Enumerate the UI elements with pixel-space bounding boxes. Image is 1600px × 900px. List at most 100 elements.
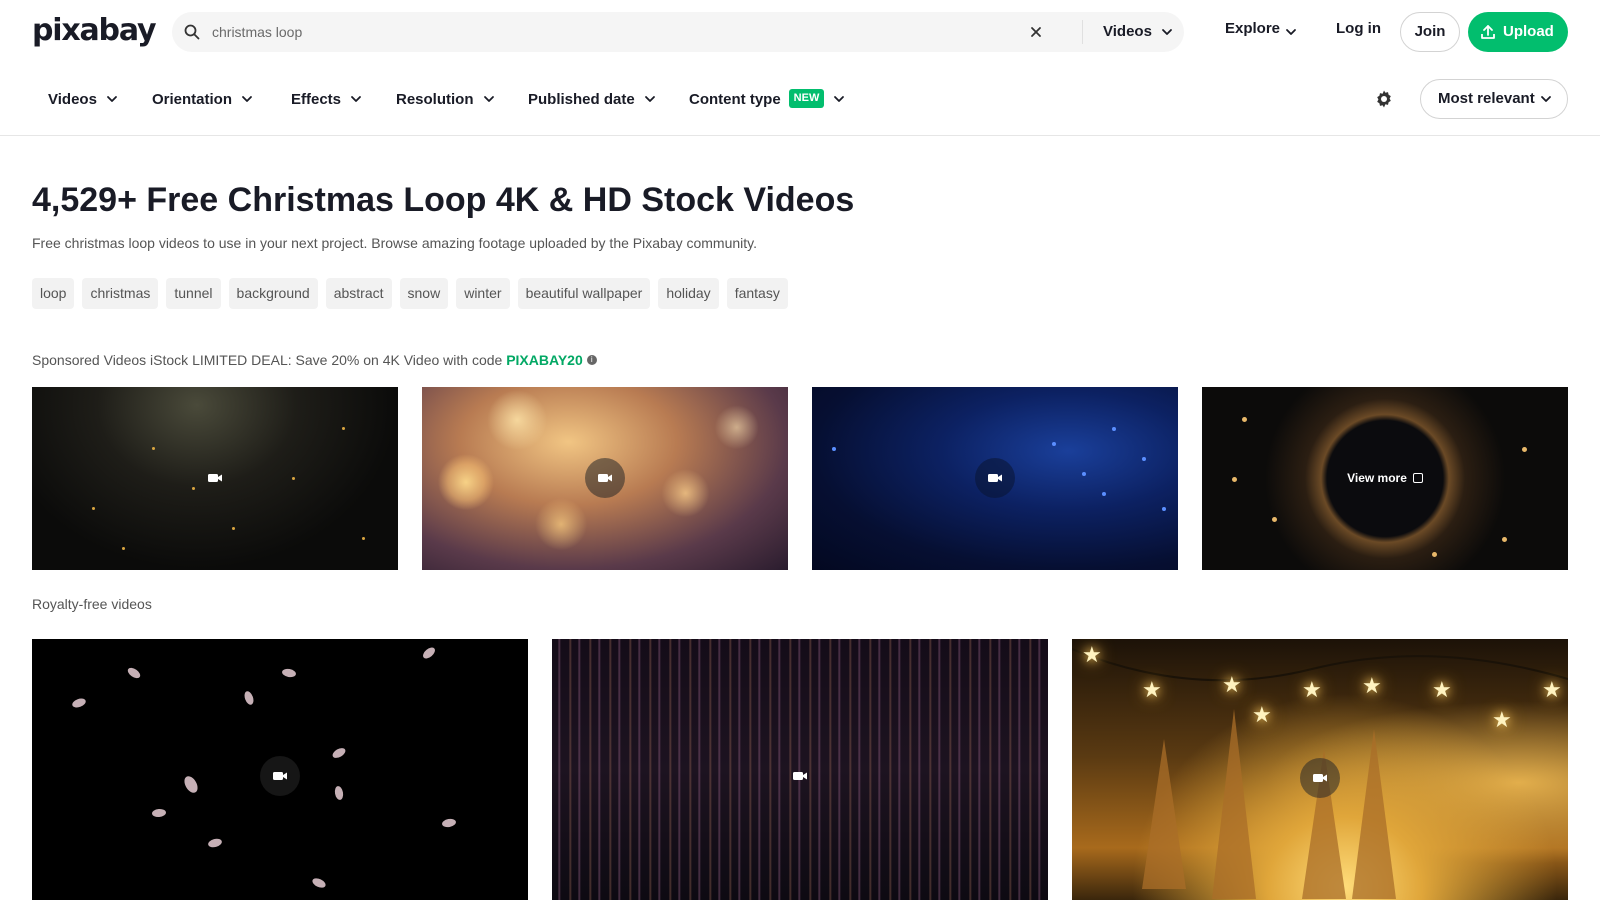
search-divider [1082, 20, 1083, 44]
chevron-down-icon [1541, 96, 1551, 102]
tag-chip[interactable]: winter [456, 278, 510, 309]
video-thumbnail[interactable]: ★ ★ ★ ★ ★ ★ ★ ★ ★ [1072, 639, 1568, 900]
sponsored-video-thumbnail[interactable] [422, 387, 788, 570]
filter-orientation[interactable]: Orientation [152, 64, 254, 136]
upload-button[interactable]: Upload [1468, 12, 1568, 52]
particle [92, 507, 95, 510]
particle [1102, 492, 1106, 496]
filter-resolution[interactable]: Resolution [396, 64, 496, 136]
star-light: ★ [1492, 707, 1512, 732]
video-camera-icon [988, 474, 1002, 482]
video-thumbnail[interactable] [552, 639, 1048, 900]
search-bar[interactable]: christmas loop Videos [172, 12, 1184, 52]
star-light: ★ [1542, 677, 1562, 702]
particle [342, 427, 345, 430]
external-link-icon [1412, 472, 1423, 483]
filter-label: Effects [291, 91, 342, 108]
petal [207, 837, 223, 849]
sort-select[interactable]: Most relevant [1420, 79, 1568, 119]
chevron-down-icon [242, 95, 252, 102]
join-button[interactable]: Join [1400, 12, 1460, 52]
video-camera-icon [1313, 774, 1327, 782]
tree [1212, 709, 1256, 899]
tag-chip[interactable]: holiday [658, 278, 719, 309]
video-camera-icon [273, 772, 287, 780]
particle [362, 537, 365, 540]
promo-code[interactable]: PIXABAY20 [506, 352, 583, 368]
close-icon[interactable] [1028, 24, 1044, 40]
filter-label: Published date [528, 91, 635, 108]
petal [421, 645, 437, 661]
video-thumbnail[interactable] [32, 639, 528, 900]
tag-chip[interactable]: snow [399, 278, 449, 309]
filter-bar: Videos Orientation Effects Resolution Pu… [0, 64, 1600, 136]
tag-chip[interactable]: background [228, 278, 318, 309]
filter-published-date[interactable]: Published date [528, 64, 657, 136]
video-badge [260, 756, 300, 796]
explore-menu[interactable]: Explore [1225, 20, 1280, 37]
chevron-down-icon[interactable] [1160, 25, 1174, 39]
sponsored-video-thumbnail[interactable]: View more [1202, 387, 1568, 570]
petal [125, 665, 143, 681]
particle [1082, 472, 1086, 476]
star-light: ★ [1362, 673, 1382, 698]
chevron-down-icon[interactable] [1284, 25, 1298, 39]
upload-label: Upload [1503, 23, 1554, 40]
chevron-down-icon [107, 95, 117, 102]
filter-effects[interactable]: Effects [291, 64, 363, 136]
section-label: Royalty-free videos [32, 596, 152, 612]
petal [310, 876, 328, 890]
search-icon [184, 24, 200, 40]
tag-chip[interactable]: beautiful wallpaper [517, 278, 651, 309]
media-type-select[interactable]: Videos [1103, 12, 1152, 52]
filter-label: Videos [48, 91, 97, 108]
page-title: 4,529+ Free Christmas Loop 4K & HD Stock… [32, 181, 855, 219]
petal [330, 746, 348, 760]
petal [281, 667, 297, 679]
particle [1052, 442, 1056, 446]
tag-chip[interactable]: fantasy [726, 278, 788, 309]
star-light: ★ [1142, 677, 1162, 702]
login-link[interactable]: Log in [1336, 20, 1381, 37]
related-tags: loop christmas tunnel background abstrac… [32, 278, 796, 310]
filter-label: Orientation [152, 91, 233, 108]
view-more-label: View more [1347, 471, 1407, 485]
pixabay-logo[interactable]: pixabay [32, 13, 157, 49]
gear-icon[interactable] [1374, 89, 1394, 109]
video-camera-icon [598, 474, 612, 482]
view-more-link[interactable]: View more [1202, 387, 1568, 570]
chevron-down-icon [483, 95, 494, 102]
particle [1142, 457, 1146, 461]
filter-videos[interactable]: Videos [48, 64, 119, 136]
filter-label: Content type [689, 91, 781, 108]
star-light: ★ [1302, 677, 1322, 702]
search-input[interactable]: christmas loop [212, 12, 302, 52]
video-badge [1300, 758, 1340, 798]
sponsored-video-thumbnail[interactable] [812, 387, 1178, 570]
logo-text: pixabay [32, 13, 157, 48]
particle [832, 447, 836, 451]
video-camera-icon [208, 474, 222, 482]
tag-chip[interactable]: christmas [82, 278, 159, 309]
particle [1112, 427, 1116, 431]
info-icon[interactable]: i [586, 355, 597, 366]
petal [242, 690, 256, 706]
chevron-down-icon [644, 95, 655, 102]
sponsored-video-thumbnail[interactable] [32, 387, 398, 570]
tag-chip[interactable]: tunnel [166, 278, 221, 309]
video-badge [975, 458, 1015, 498]
video-badge [195, 458, 235, 498]
star-light: ★ [1432, 677, 1452, 702]
petal [333, 785, 345, 801]
top-header: pixabay christmas loop Videos Explore Lo… [0, 0, 1600, 64]
petal [441, 817, 457, 829]
tree [1352, 729, 1396, 899]
particle [152, 447, 155, 450]
star-light: ★ [1222, 672, 1242, 697]
tag-chip[interactable]: abstract [325, 278, 392, 309]
chevron-down-icon [834, 95, 845, 102]
filter-content-type[interactable]: Content type NEW [689, 64, 846, 136]
tag-chip[interactable]: loop [32, 278, 75, 309]
petal [181, 773, 201, 796]
video-camera-icon [793, 772, 807, 780]
